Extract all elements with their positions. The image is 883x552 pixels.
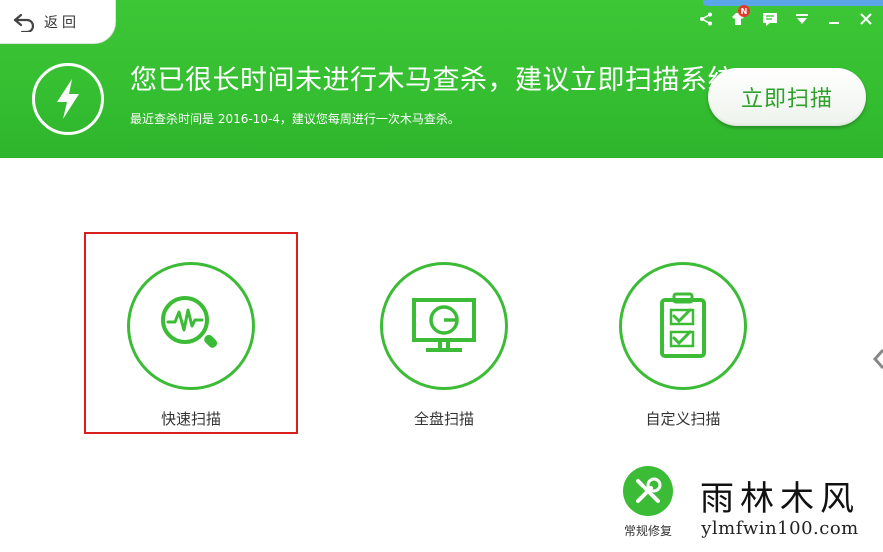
bolt-icon bbox=[32, 63, 104, 135]
regular-repair-button[interactable]: 常规修复 bbox=[616, 466, 680, 539]
back-label: 返回 bbox=[44, 14, 80, 31]
quick-scan-option[interactable]: 快速扫描 bbox=[84, 262, 298, 429]
share-icon[interactable] bbox=[697, 10, 715, 28]
back-button[interactable]: 返回 bbox=[0, 0, 116, 44]
regular-repair-label: 常规修复 bbox=[623, 524, 672, 538]
quick-scan-label: 快速扫描 bbox=[160, 410, 221, 428]
message-icon[interactable] bbox=[761, 10, 779, 28]
monitor-disk-icon bbox=[380, 262, 508, 390]
full-scan-label: 全盘扫描 bbox=[413, 410, 474, 428]
scan-now-button[interactable]: 立即扫描 bbox=[708, 68, 866, 126]
tools-icon bbox=[623, 466, 673, 516]
full-scan-option[interactable]: 全盘扫描 bbox=[337, 262, 551, 429]
minimize-icon[interactable] bbox=[825, 10, 843, 28]
magnifier-pulse-icon bbox=[127, 262, 255, 390]
watermark-cn: 雨林木风 bbox=[700, 479, 860, 519]
custom-scan-option[interactable]: 自定义扫描 bbox=[576, 262, 790, 429]
dropdown-menu-icon[interactable] bbox=[793, 10, 811, 28]
title-bar-accent bbox=[703, 0, 883, 6]
scan-reminder-headline: 您已很长时间未进行木马查杀，建议立即扫描系统 bbox=[130, 65, 735, 96]
close-icon[interactable] bbox=[857, 10, 875, 28]
last-scan-info: 最近查杀时间是 2016-10-4，建议您每周进行一次木马查杀。 bbox=[130, 112, 460, 126]
back-arrow-icon bbox=[12, 12, 36, 32]
side-panel-arrow-icon[interactable] bbox=[872, 348, 883, 370]
checklist-icon bbox=[619, 262, 747, 390]
window-controls: N bbox=[697, 5, 875, 28]
watermark-en: ylmfwin100.com bbox=[701, 518, 859, 539]
header-banner: 返回 N 您已很长时间未进行木马查杀，建议立即扫描系统 最近查杀时间是 2016… bbox=[0, 0, 883, 158]
watermark-logo: 雨林木风 ylmfwin100.com bbox=[677, 468, 883, 552]
notification-badge: N bbox=[738, 5, 750, 17]
custom-scan-label: 自定义扫描 bbox=[645, 410, 721, 428]
skin-icon[interactable]: N bbox=[729, 5, 750, 28]
